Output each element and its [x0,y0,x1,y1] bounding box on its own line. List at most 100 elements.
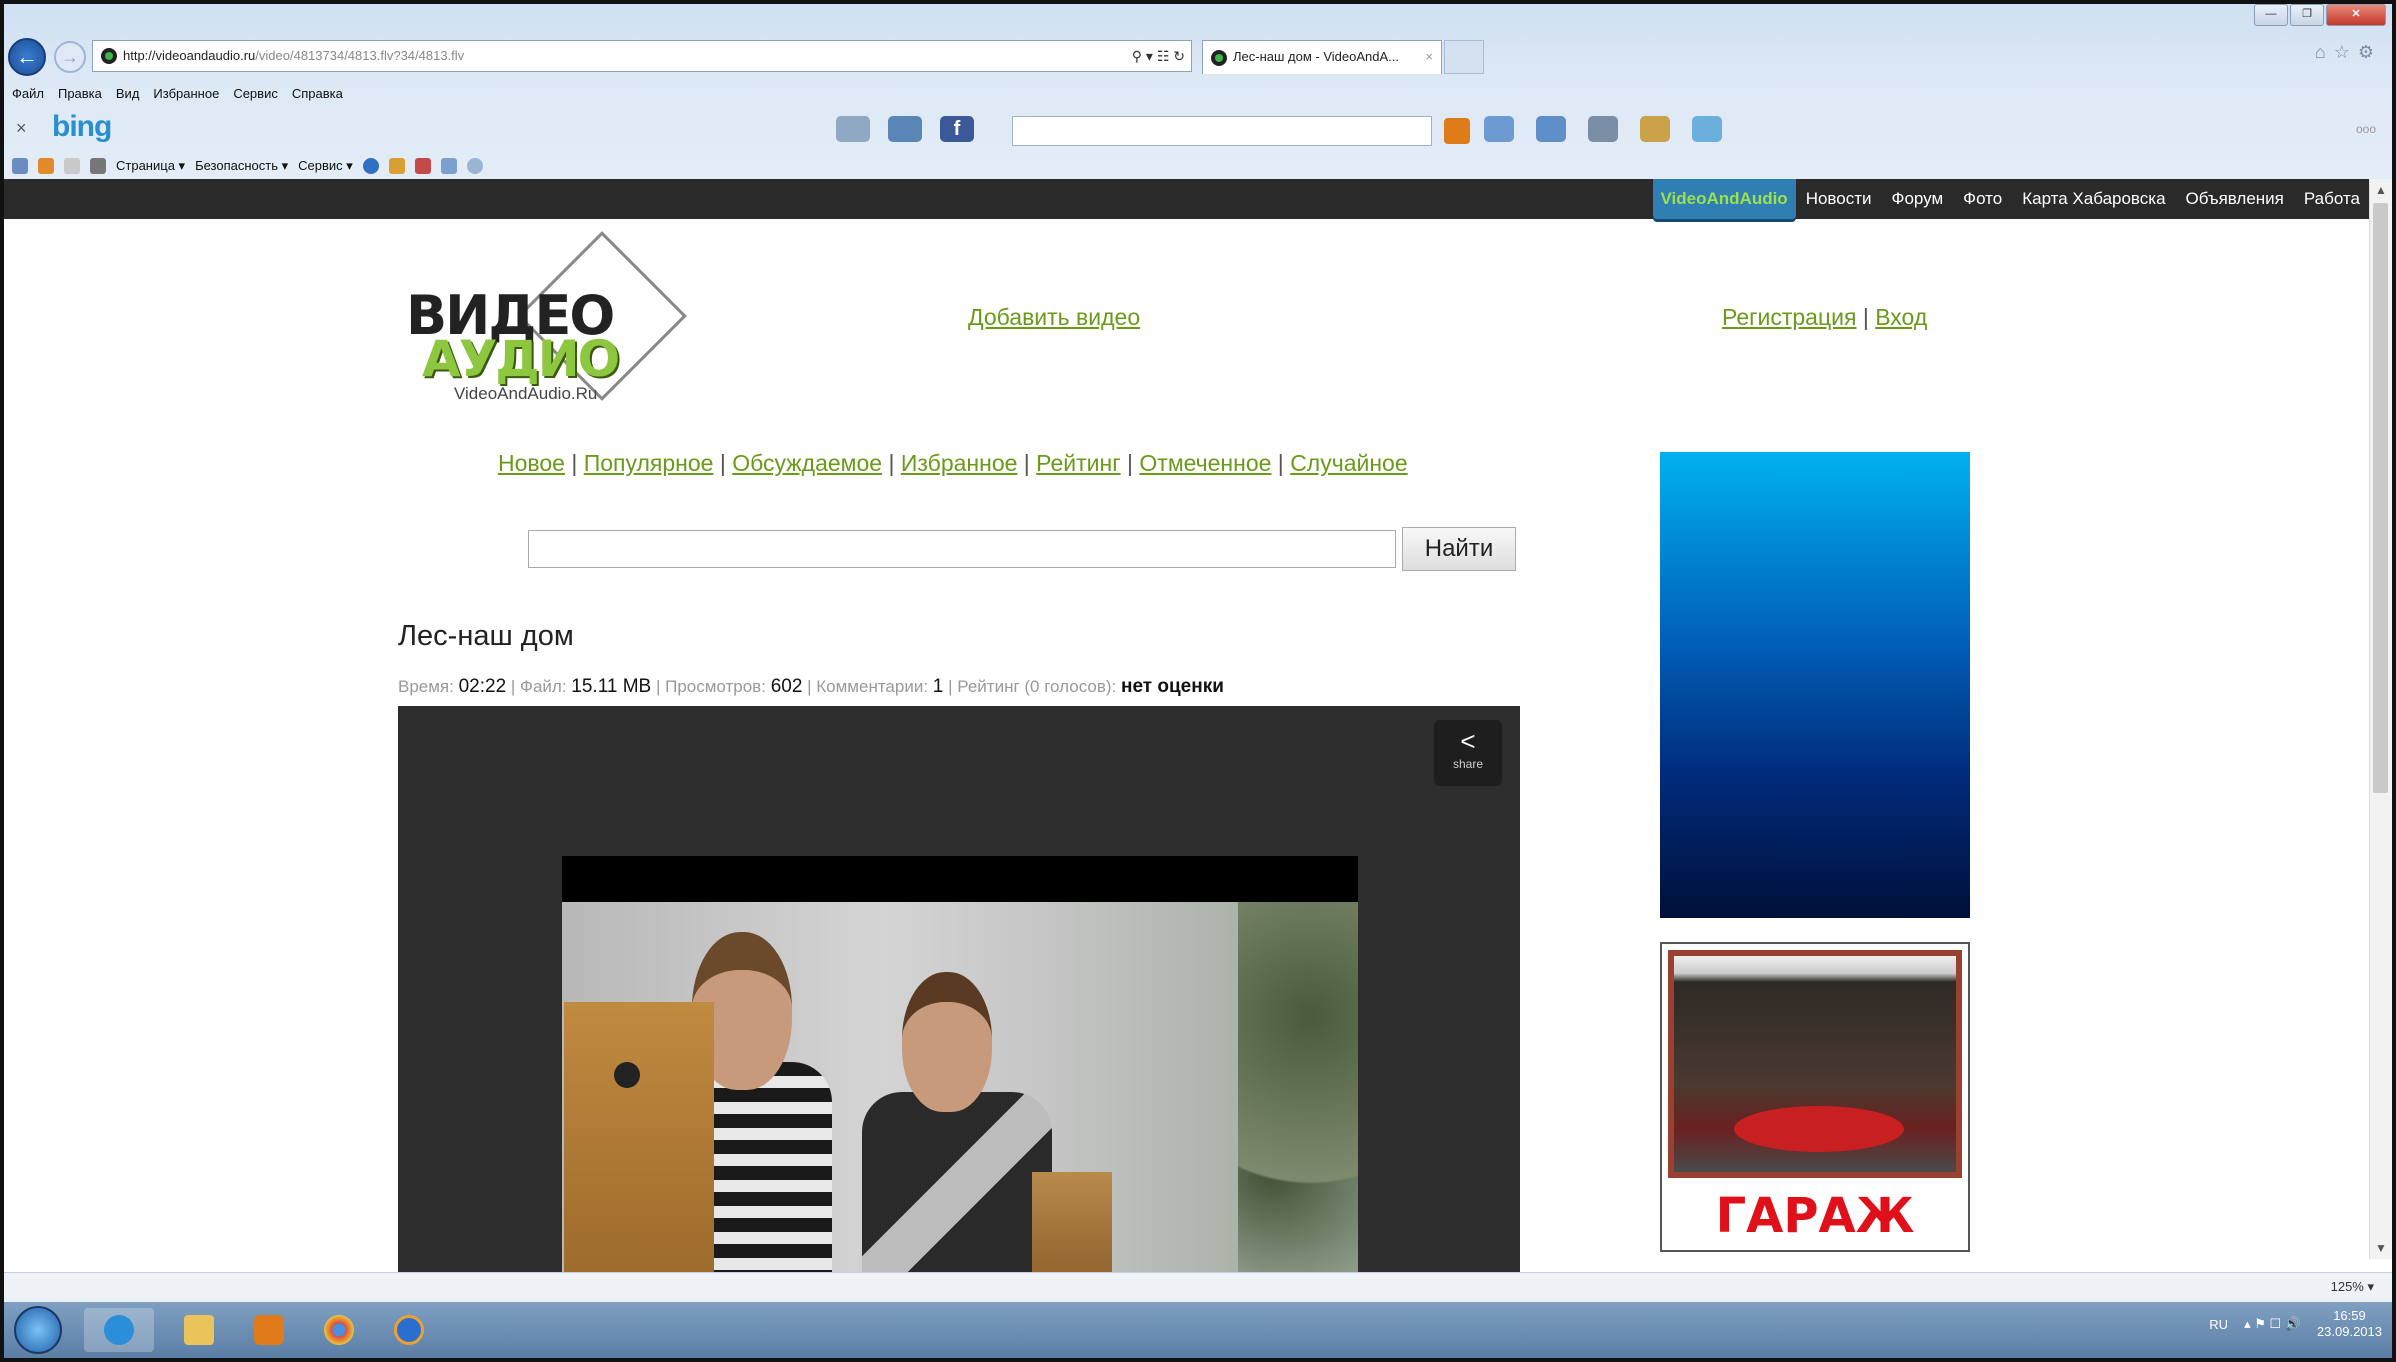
share-icon: < [1460,726,1476,756]
site-search-button[interactable]: Найти [1402,527,1516,571]
ad-banner-blue[interactable] [1660,452,1970,918]
rss-icon[interactable] [38,158,54,174]
bing-search-input[interactable] [1012,116,1432,146]
menu-view[interactable]: Вид [116,86,140,108]
nav-ads[interactable]: Объявления [2176,189,2294,209]
minimize-button[interactable]: — [2254,4,2288,26]
browser-chrome: ← → http://videoandaudio.ru/video/481373… [4,4,2392,179]
extension-icon[interactable] [388,158,405,174]
category-new[interactable]: Новое [498,450,565,476]
window-controls: — ❐ ✕ [2254,4,2386,26]
news-icon[interactable] [1640,116,1670,142]
back-button[interactable]: ← [8,38,46,76]
views-value: 602 [770,676,803,697]
new-tab-button[interactable] [1444,40,1484,74]
nav-map[interactable]: Карта Хабаровска [2012,189,2175,209]
category-discussed[interactable]: Обсуждаемое [732,450,882,476]
forward-button[interactable]: → [54,41,86,73]
command-safety[interactable]: Безопасность ▾ [195,158,288,174]
site-search-input[interactable] [528,530,1396,568]
nav-forum[interactable]: Форум [1882,189,1954,209]
chat-icon[interactable] [1536,116,1566,142]
tab-favicon-icon [1211,50,1227,66]
rating-value: нет оценки [1121,676,1224,697]
weather-icon[interactable] [836,116,870,142]
taskbar-mail-agent-icon[interactable] [374,1308,444,1352]
close-button[interactable]: ✕ [2326,4,2386,26]
register-link[interactable]: Регистрация [1722,304,1856,330]
command-page[interactable]: Страница ▾ [116,158,185,174]
login-link[interactable]: Вход [1875,304,1927,330]
site-nav-links: VideoAndAudio Новости Форум Фото Карта Х… [1652,179,2370,219]
tray-language[interactable]: RU [2209,1317,2228,1332]
nav-jobs[interactable]: Работа [2294,189,2370,209]
tray-notification-icons[interactable]: ▴ ⚑ ☐ 🔊 [2244,1316,2301,1332]
scroll-up-icon[interactable]: ▲ [2370,179,2392,201]
add-video-link[interactable]: Добавить видео [968,304,1140,331]
scroll-down-icon[interactable]: ▼ [2370,1237,2392,1259]
read-mail-icon[interactable] [64,158,80,174]
category-random[interactable]: Случайное [1290,450,1407,476]
taskbar-media-player-icon[interactable] [234,1308,304,1352]
menu-favorites[interactable]: Избранное [153,86,219,108]
video-birdhouse-left [564,1002,714,1272]
video-meta: Время: 02:22 | Файл: 15.11 MB | Просмотр… [398,676,1224,697]
bing-tool-icons [1484,116,1722,142]
category-popular[interactable]: Популярное [584,450,714,476]
address-bar[interactable]: http://videoandaudio.ru/video/4813734/48… [92,40,1192,72]
category-favorites[interactable]: Избранное [901,450,1018,476]
bing-toolbar-close-icon[interactable]: × [16,118,27,139]
skype-icon[interactable] [466,158,483,174]
share-button[interactable]: < share [1434,720,1502,786]
media-icon[interactable] [1588,116,1618,142]
print-icon[interactable] [90,158,106,174]
site-favicon-icon [101,48,117,64]
tray-clock[interactable]: 16:59 23.09.2013 [2317,1308,2382,1340]
start-button[interactable] [14,1306,62,1354]
mail-icon[interactable] [888,116,922,142]
video-frame[interactable] [562,902,1358,1272]
comments-label: Комментарии: [816,677,929,696]
tab-title: Лес-наш дом - VideoAndA... [1233,49,1399,64]
nav-photo[interactable]: Фото [1953,189,2012,209]
help-icon[interactable] [362,158,379,174]
research-icon[interactable] [414,158,431,174]
video-title: Лес-наш дом [398,620,574,652]
menu-file[interactable]: Файл [12,86,44,108]
video-boy-right [862,972,1052,1272]
onenote-icon[interactable] [440,158,457,174]
site-logo[interactable]: ВИДЕО АУДИО VideoAndAudio.Ru [400,231,700,406]
ad-garage-label: ГАРАЖ [1715,1188,1915,1244]
bing-search-icon[interactable] [1444,118,1470,144]
rating-label: Рейтинг (0 голосов): [957,677,1117,696]
menu-help[interactable]: Справка [292,86,343,108]
like-icon[interactable] [1484,116,1514,142]
bing-more-icon[interactable]: ооо [2356,122,2376,136]
address-tools[interactable]: ⚲ ▾ ☷ ↻ [1132,41,1185,71]
menu-tools[interactable]: Сервис [233,86,278,108]
auth-separator: | [1862,304,1869,330]
video-player[interactable]: < share [398,706,1520,1272]
ad-banner-garage[interactable]: ГАРАЖ [1660,942,1970,1252]
facebook-icon[interactable]: f [940,116,974,142]
taskbar-ie-icon[interactable] [84,1308,154,1352]
browser-tab[interactable]: Лес-наш дом - VideoAndA... × [1202,40,1442,74]
command-tools[interactable]: Сервис ▾ [298,158,353,174]
browser-status-bar: 125% ▾ [4,1272,2392,1303]
taskbar-chrome-icon[interactable] [304,1308,374,1352]
page-scrollbar[interactable]: ▲ ▼ [2369,179,2392,1259]
zoom-level[interactable]: 125% ▾ [2331,1279,2374,1295]
nav-news[interactable]: Новости [1796,189,1882,209]
tab-close-icon[interactable]: × [1425,41,1433,73]
category-marked[interactable]: Отмеченное [1139,450,1271,476]
category-rating[interactable]: Рейтинг [1036,450,1120,476]
taskbar-explorer-icon[interactable] [164,1308,234,1352]
scroll-thumb[interactable] [2373,203,2388,793]
menu-edit[interactable]: Правка [58,86,102,108]
nav-videoandaudio[interactable]: VideoAndAudio [1652,179,1796,219]
travel-icon[interactable] [1692,116,1722,142]
home-favorites-settings-icons[interactable]: ⌂☆⚙ [2315,42,2382,63]
site-top-nav: VideoAndAudio Новости Форум Фото Карта Х… [4,179,2370,219]
home-icon[interactable] [12,158,28,174]
restore-button[interactable]: ❐ [2290,4,2324,26]
